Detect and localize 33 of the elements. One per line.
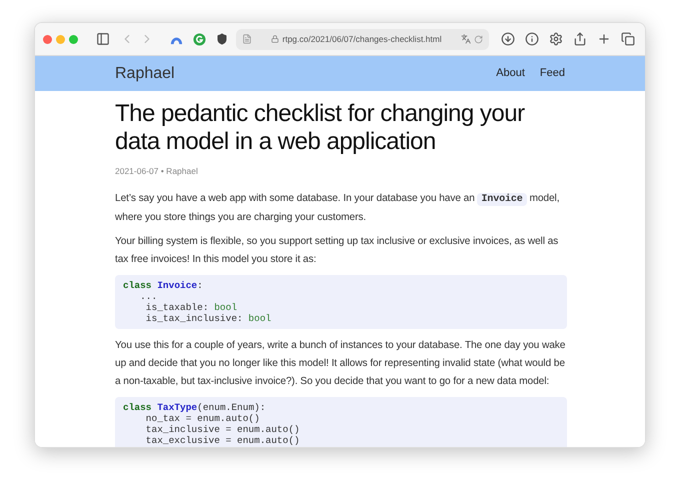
translate-icon[interactable] <box>461 34 471 44</box>
url-text: rtpg.co/2021/06/07/changes-checklist.html <box>282 32 442 46</box>
extension-icon[interactable] <box>193 32 206 46</box>
code-line: no_tax = enum.auto() <box>144 412 260 424</box>
lock-icon <box>271 35 280 43</box>
close-button[interactable] <box>43 34 52 44</box>
tabs-icon[interactable] <box>621 32 635 46</box>
site-name[interactable]: Raphael <box>115 62 496 86</box>
shield-icon[interactable] <box>216 33 228 45</box>
code-line: is_tax_inclusive: bool <box>144 312 272 324</box>
sidebar-icon[interactable] <box>96 32 110 46</box>
code-line: tax_exclusive = enum.auto() <box>144 434 300 446</box>
paragraph: You use this for a couple of years, write a bunch of instances to your database. The one day you wake up and decide that you no longer like this model! It allows for representing invalid state (what would be a non-taxable, but tax-inclusive invoice?). So you decide that you want to go for a new data model: <box>115 338 566 389</box>
address-bar[interactable]: rtpg.co/2021/06/07/changes-checklist.html <box>236 28 489 50</box>
settings-icon[interactable] <box>549 32 563 46</box>
article-meta: 2021-06-07 • Raphael <box>115 165 199 178</box>
page-icon <box>242 34 252 44</box>
paragraph: Let’s say you have a web app with some database. In your database you have an Invoice model, where you store things you are charging your customers. <box>115 192 560 225</box>
info-icon[interactable] <box>525 32 539 46</box>
code-line: ... <box>139 290 158 302</box>
code-line: class Invoice: <box>123 280 203 291</box>
code-line: tax_inclusive = enum.auto() <box>144 424 300 435</box>
code-line: is_taxable: bool <box>144 302 238 313</box>
article-title: The pedantic checklist for changing your data model in a web application <box>115 100 526 156</box>
nav-link[interactable]: Feed <box>540 65 565 82</box>
code-line: class TaxType(enum.Enum): <box>123 402 266 413</box>
paragraph: Your billing system is flexible, so you support setting up tax inclusive or exclusive invoices, as well as tax free invoices! In this model you store it as: <box>115 234 560 267</box>
share-icon[interactable] <box>573 32 587 46</box>
reload-icon[interactable] <box>474 34 483 44</box>
download-icon[interactable] <box>501 32 515 46</box>
new-tab-icon[interactable] <box>597 32 611 46</box>
nav-link[interactable]: About <box>496 65 525 82</box>
zoom-button[interactable] <box>69 34 78 44</box>
